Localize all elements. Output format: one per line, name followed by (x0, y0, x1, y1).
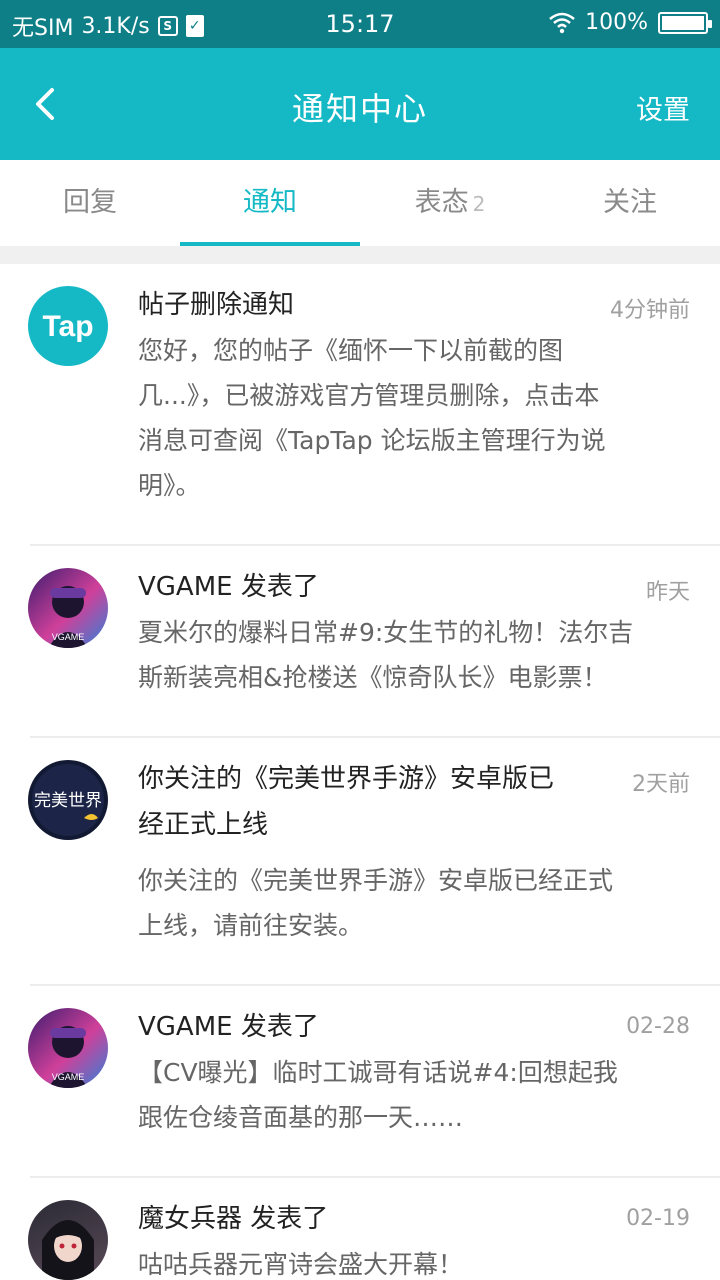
body-line: 消息可查阅《TapTap 论坛版主管理行为说 (138, 426, 606, 455)
body-line: 斯新装亮相&抢楼送《惊奇队长》电影票！ (138, 663, 608, 692)
notification-time: 02-19 (626, 1206, 690, 1231)
reaction-count-badge: 2 (472, 192, 486, 216)
tab-following[interactable]: 关注 (540, 160, 720, 246)
status-right: 100% (549, 10, 712, 35)
notification-body: 你关注的《完美世界手游》安卓版已经正式 上线，请前往安装。 (138, 858, 678, 948)
section-divider (0, 246, 720, 264)
notification-time: 02-28 (626, 1014, 690, 1039)
body-line: 你关注的《完美世界手游》安卓版已经正式 (138, 866, 614, 895)
battery-fill (662, 15, 704, 30)
notification-title: 帖子删除通知 (138, 290, 295, 320)
notification-body: 【CV曝光】临时工诚哥有话说#4:回想起我 跟佐仓绫音面基的那一天…… (138, 1050, 678, 1140)
witch-weapon-avatar-icon (28, 1200, 108, 1280)
status-bar: 无SIM 3.1K/s S ✓ 15:17 100% (0, 0, 720, 48)
battery-percent: 100% (585, 10, 648, 35)
notification-time: 2天前 (632, 772, 690, 797)
avatar-text: VGAME (52, 632, 85, 642)
tab-label: 通知 (243, 187, 297, 218)
page-title: 通知中心 (291, 90, 428, 128)
tab-reactions[interactable]: 表态 2 (360, 160, 540, 246)
notification-body: 夏米尔的爆料日常#9:女生节的礼物！法尔吉 斯新装亮相&抢楼送《惊奇队长》电影票… (138, 610, 678, 700)
notification-title: 你关注的《完美世界手游》安卓版已 经正式上线 (138, 756, 598, 848)
body-line: 明》。 (138, 471, 201, 500)
perfect-world-avatar-graphic: 完美世界 (32, 764, 104, 836)
title-line: 你关注的《完美世界手游》安卓版已 (138, 764, 555, 794)
taptap-logo-graphic: Tap (42, 310, 93, 343)
battery-icon (658, 11, 712, 34)
notification-list: Tap 帖子删除通知 4分钟前 您好，您的帖子《缅怀一下以前截的图 几...》，… (0, 264, 720, 1280)
notification-item[interactable]: VGAME VGAME 发表了 昨天 夏米尔的爆料日常#9:女生节的礼物！法尔吉… (0, 546, 720, 738)
notification-item[interactable]: Tap 帖子删除通知 4分钟前 您好，您的帖子《缅怀一下以前截的图 几...》，… (0, 264, 720, 546)
tab-label: 回复 (63, 187, 117, 218)
body-line: 几...》，已被游戏官方管理员删除，点击本 (138, 381, 600, 410)
body-line: 您好，您的帖子《缅怀一下以前截的图 (138, 336, 564, 365)
notification-time: 昨天 (645, 580, 690, 605)
body-line: 【CV曝光】临时工诚哥有话说#4:回想起我 (138, 1058, 618, 1087)
wifi-icon (549, 12, 575, 33)
vgame-avatar-icon: VGAME (28, 1008, 108, 1088)
body-line: 上线，请前往安装。 (138, 911, 364, 940)
body-line: 夏米尔的爆料日常#9:女生节的礼物！法尔吉 (138, 618, 634, 647)
tab-replies[interactable]: 回复 (0, 160, 180, 246)
vgame-avatar-icon: VGAME (28, 568, 108, 648)
body-line: 咕咕兵器元宵诗会盛大开幕！ (138, 1250, 464, 1279)
notification-title: VGAME 发表了 (138, 572, 319, 602)
avatar-text: Tap (42, 310, 93, 343)
tab-notifications[interactable]: 通知 (180, 160, 360, 246)
title-line: 经正式上线 (138, 810, 269, 840)
avatar-text: VGAME (52, 1072, 85, 1082)
vgame-avatar-graphic: VGAME (48, 1026, 88, 1088)
notification-item[interactable]: 魔女兵器 发表了 02-19 咕咕兵器元宵诗会盛大开幕！ (0, 1178, 720, 1280)
tab-label: 关注 (603, 187, 657, 218)
notification-body: 咕咕兵器元宵诗会盛大开幕！ (138, 1242, 678, 1280)
witch-weapon-avatar-graphic (42, 1220, 94, 1280)
app-header: 通知中心 设置 (0, 48, 720, 160)
notification-item[interactable]: 完美世界 你关注的《完美世界手游》安卓版已 经正式上线 2天前 你关注的《完美世… (0, 738, 720, 986)
perfect-world-avatar-icon: 完美世界 (28, 760, 108, 840)
notification-item[interactable]: VGAME VGAME 发表了 02-28 【CV曝光】临时工诚哥有话说#4:回… (0, 986, 720, 1178)
notification-title: 魔女兵器 发表了 (138, 1204, 329, 1234)
settings-button[interactable]: 设置 (636, 88, 690, 127)
body-line: 跟佐仓绫音面基的那一天…… (138, 1103, 464, 1132)
tab-label: 表态 (414, 187, 469, 218)
notification-body: 您好，您的帖子《缅怀一下以前截的图 几...》，已被游戏官方管理员删除，点击本 … (138, 328, 678, 508)
notification-time: 4分钟前 (610, 298, 690, 323)
avatar-text: 完美世界 (34, 791, 102, 811)
vgame-avatar-graphic: VGAME (48, 586, 88, 648)
tab-bar: 回复 通知 表态 2 关注 (0, 160, 720, 246)
notification-title: VGAME 发表了 (138, 1012, 319, 1042)
taptap-logo-icon: Tap (28, 286, 108, 366)
